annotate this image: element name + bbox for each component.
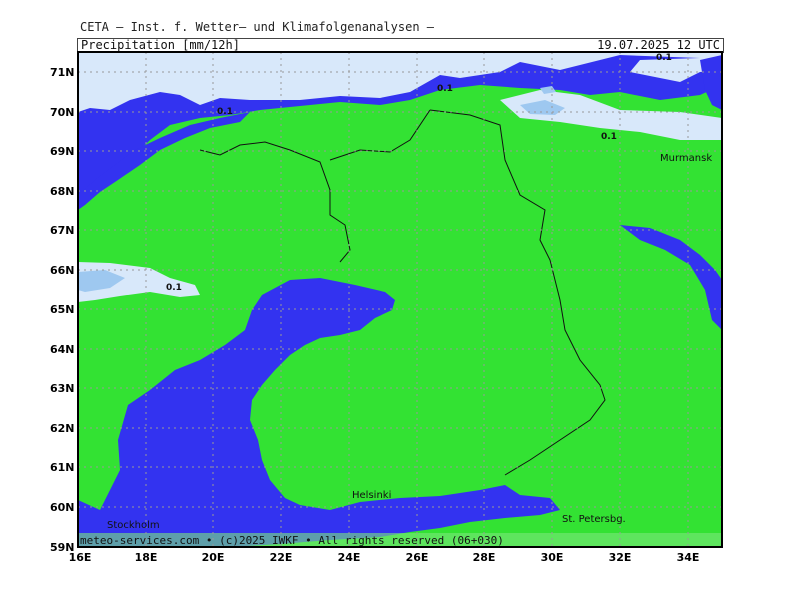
lat-label: 65N <box>50 303 75 316</box>
city-label-helsinki: Helsinki <box>352 490 391 501</box>
latitude-labels: 71N 70N 69N 68N 67N 66N 65N 64N 63N 62N … <box>50 66 75 554</box>
longitude-labels: 16E 18E 20E 22E 24E 26E 28E 30E 32E 34E <box>69 551 700 564</box>
lat-label: 69N <box>50 145 75 158</box>
lon-label: 30E <box>541 551 564 564</box>
contour-label: 0.1 <box>601 132 617 142</box>
lat-label: 70N <box>50 106 75 119</box>
lat-label: 60N <box>50 501 75 514</box>
lon-label: 22E <box>270 551 293 564</box>
lat-label: 61N <box>50 461 75 474</box>
lon-label: 32E <box>609 551 632 564</box>
city-label-st-petersburg: St. Petersbg. <box>562 514 626 525</box>
lat-label: 63N <box>50 382 75 395</box>
city-label-stockholm: Stockholm <box>107 520 160 531</box>
lon-label: 24E <box>338 551 361 564</box>
lon-label: 16E <box>69 551 92 564</box>
copyright-footer: meteo-services.com • (c)2025 IWKF • All … <box>80 534 504 547</box>
lat-label: 64N <box>50 343 75 356</box>
contour-label: 0.1 <box>217 107 233 117</box>
lon-label: 26E <box>406 551 429 564</box>
contour-label: 0.1 <box>166 283 182 293</box>
lon-label: 20E <box>202 551 225 564</box>
precipitation-map: 0.1 0.1 0.1 0.1 0.1 Murmansk Helsinki St… <box>50 51 723 564</box>
lat-label: 67N <box>50 224 75 237</box>
lat-label: 71N <box>50 66 75 79</box>
contour-label: 0.1 <box>656 53 672 63</box>
lon-label: 18E <box>135 551 158 564</box>
lon-label: 34E <box>677 551 700 564</box>
lat-label: 62N <box>50 422 75 435</box>
contour-label: 0.1 <box>437 84 453 94</box>
lat-label: 68N <box>50 185 75 198</box>
city-label-murmansk: Murmansk <box>660 153 712 164</box>
lon-label: 28E <box>473 551 496 564</box>
lat-label: 66N <box>50 264 75 277</box>
